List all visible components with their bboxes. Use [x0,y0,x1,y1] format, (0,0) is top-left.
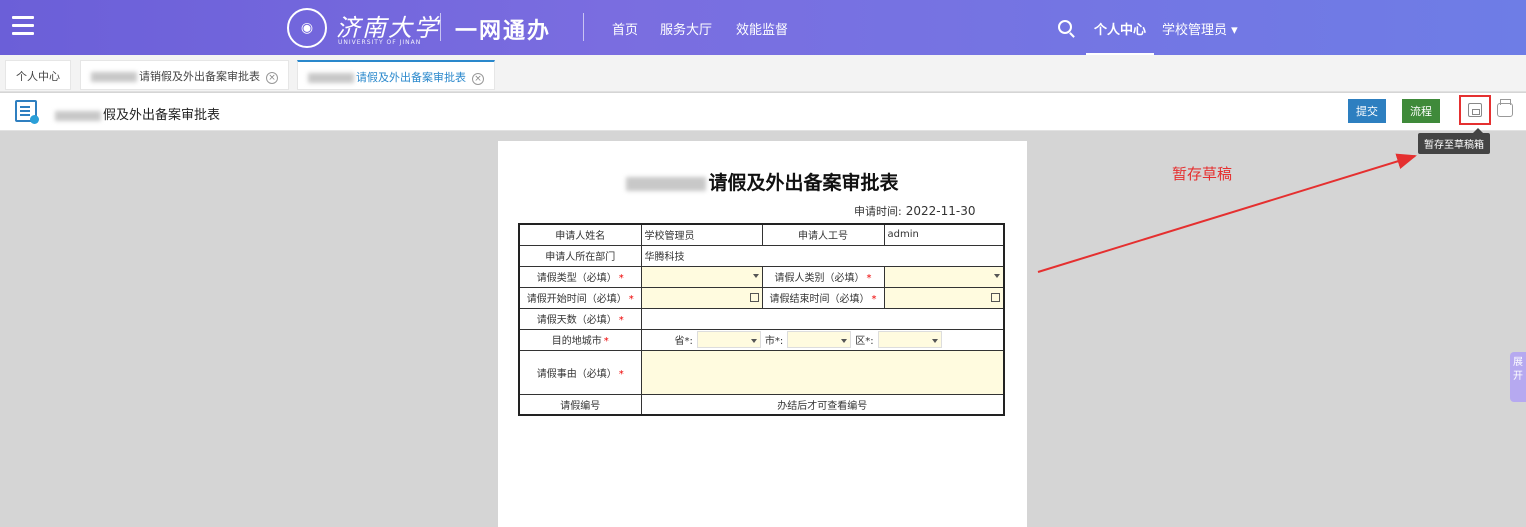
side-expand-tab[interactable]: 展开 [1510,352,1526,402]
annotation-arrow [1037,153,1417,273]
